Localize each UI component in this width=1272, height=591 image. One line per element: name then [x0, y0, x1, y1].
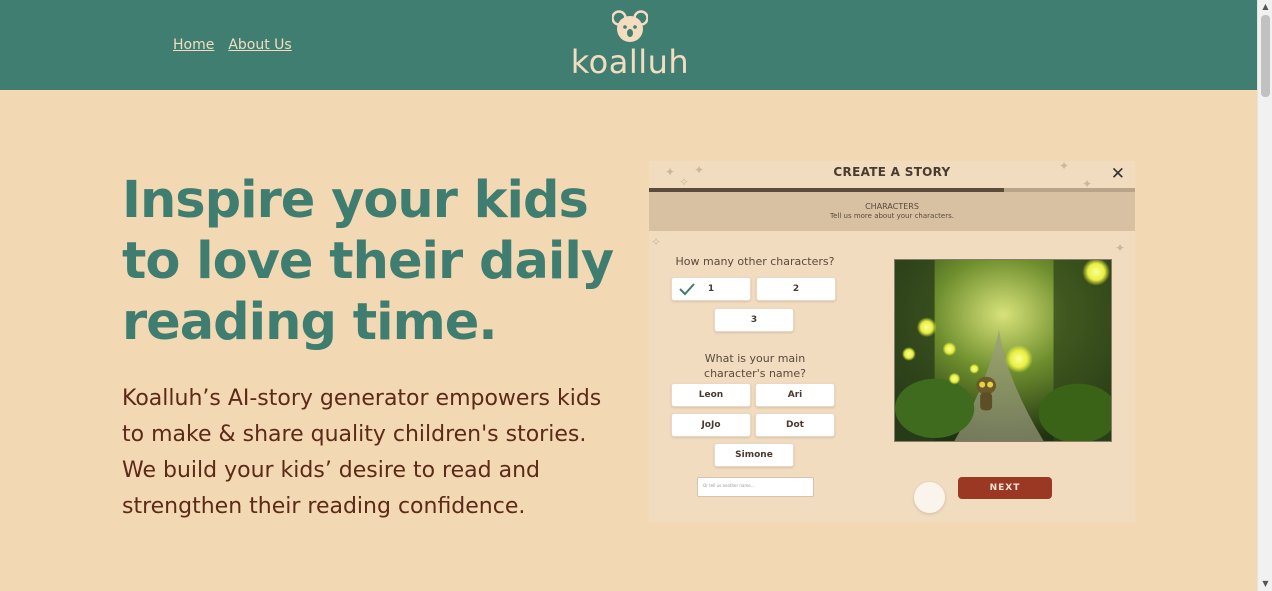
koala-icon: [612, 10, 648, 42]
preview-title: CREATE A STORY: [833, 165, 951, 179]
check-icon: [679, 283, 695, 296]
count-option-3[interactable]: 3: [714, 308, 794, 332]
count-option-2[interactable]: 2: [756, 277, 836, 301]
nav-link-about[interactable]: About Us: [228, 37, 291, 53]
scroll-down-arrow-icon[interactable]: ▼: [1258, 577, 1272, 591]
name-option-dot[interactable]: Dot: [755, 413, 835, 437]
record-button[interactable]: [914, 482, 945, 513]
name-option-leon[interactable]: Leon: [671, 383, 751, 407]
scroll-up-arrow-icon[interactable]: ▲: [1258, 0, 1272, 14]
create-story-preview: ✦ ✧ ✦ ✦ ✦ ✧ ✦ CREATE A STORY ✕ CHARACTER…: [649, 161, 1135, 522]
description-line-1: Koalluh’s AI-story generator empowers ki…: [122, 386, 602, 411]
question-main-character: What is your main character's name?: [669, 351, 841, 381]
logo-text: koalluh: [570, 43, 690, 81]
name-option-ari[interactable]: Ari: [755, 383, 835, 407]
nav-link-home[interactable]: Home: [173, 37, 214, 53]
next-button[interactable]: NEXT: [958, 477, 1052, 499]
count-option-label: 2: [792, 284, 800, 294]
count-option-1[interactable]: 1: [671, 277, 751, 301]
count-option-label: 3: [750, 315, 758, 325]
sparkle-icon: ✦: [1115, 241, 1126, 255]
site-logo[interactable]: koalluh: [570, 10, 690, 82]
count-option-label: 1: [707, 284, 715, 294]
hero-headline: Inspire your kids to love their daily re…: [122, 170, 622, 353]
name-option-jojo[interactable]: JoJo: [671, 413, 751, 437]
sparkle-icon: ✧: [651, 235, 662, 249]
description-line-4: strengthen their reading confidence.: [122, 494, 526, 519]
step-subtitle: Tell us more about your characters.: [830, 212, 954, 220]
site-header: Home About Us koalluh: [0, 0, 1257, 90]
step-header: CHARACTERS Tell us more about your chara…: [649, 192, 1135, 231]
story-illustration: [894, 259, 1112, 442]
custom-name-input[interactable]: Or tell us another name...: [697, 477, 814, 497]
page-scrollbar[interactable]: ▲ ▼: [1257, 0, 1272, 591]
headline-line-1: Inspire your kids: [122, 171, 589, 230]
description-line-3: We build your kids’ desire to read and: [122, 458, 540, 483]
name-option-simone[interactable]: Simone: [714, 443, 794, 467]
description-line-2: to make & share quality children's stori…: [122, 422, 587, 447]
step-title: CHARACTERS: [865, 202, 919, 211]
main-nav: Home About Us: [173, 37, 292, 53]
close-icon[interactable]: ✕: [1111, 164, 1125, 184]
question-line-1: What is your main: [704, 352, 806, 365]
question-character-count: How many other characters?: [675, 255, 835, 268]
headline-line-3: reading time.: [122, 293, 498, 352]
question-line-2: character's name?: [704, 367, 806, 380]
hero-description: Koalluh’s AI-story generator empowers ki…: [122, 381, 622, 525]
headline-line-2: to love their daily: [122, 232, 614, 291]
scroll-thumb[interactable]: [1261, 15, 1270, 97]
